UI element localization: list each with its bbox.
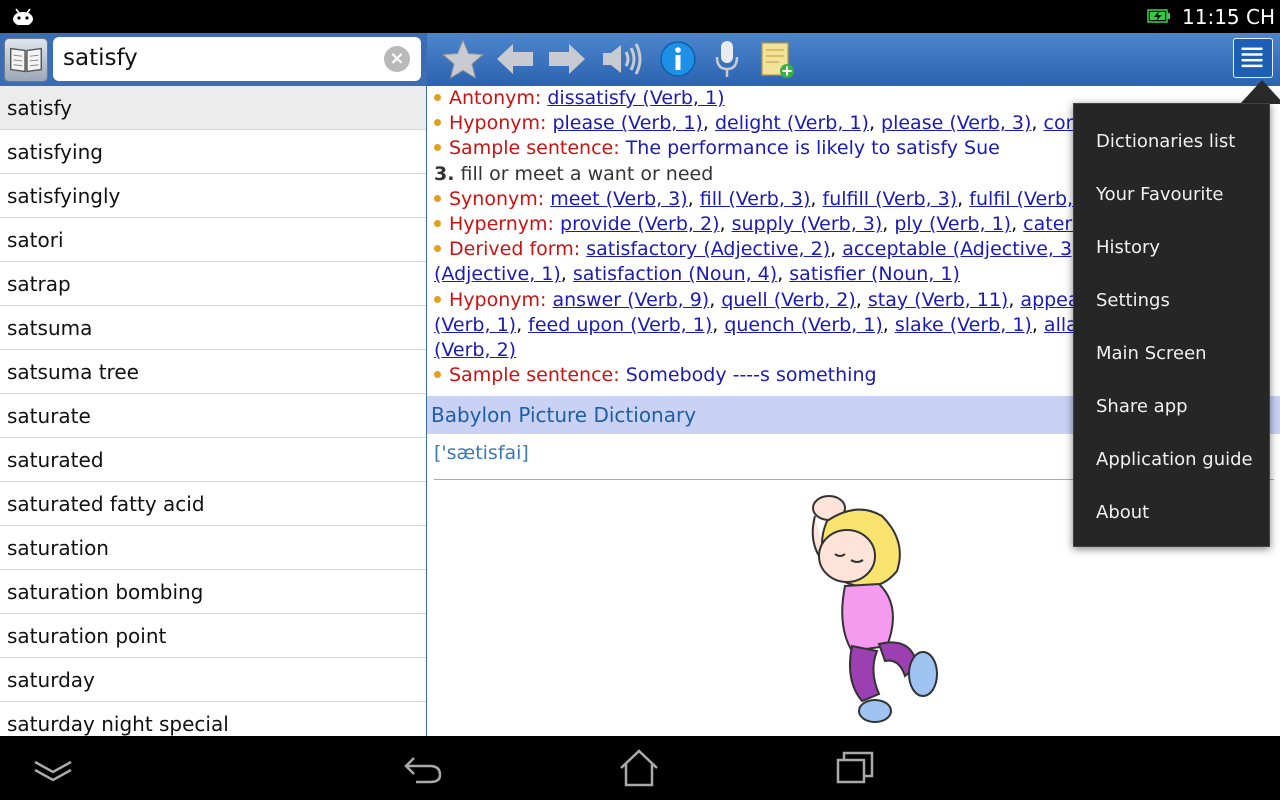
menu-item-your-favourite[interactable]: Your Favourite xyxy=(1074,168,1269,221)
menu-item-settings[interactable]: Settings xyxy=(1074,274,1269,327)
word-link[interactable]: quell (Verb, 2) xyxy=(721,289,855,311)
word-link[interactable]: slake (Verb, 1) xyxy=(895,314,1032,336)
bullet-icon xyxy=(434,194,441,202)
relation-label: Hyponym: xyxy=(449,288,547,311)
recent-apps-icon[interactable] xyxy=(834,748,876,788)
menu-item-dictionaries-list[interactable]: Dictionaries list xyxy=(1074,115,1269,168)
word-link[interactable]: fulfill (Verb, 3) xyxy=(823,188,958,210)
relation-label: Hypernym: xyxy=(449,212,554,235)
list-item[interactable]: saturate xyxy=(0,394,426,438)
search-box: × xyxy=(53,37,421,81)
word-link[interactable]: acceptable (Adjective, 3) xyxy=(842,238,1079,260)
relation-label: Synonym: xyxy=(449,187,545,210)
clear-search-button[interactable]: × xyxy=(384,46,410,72)
menu-item-history[interactable]: History xyxy=(1074,221,1269,274)
menu-pointer xyxy=(1240,80,1280,104)
word-link[interactable]: provide (Verb, 2) xyxy=(560,213,719,235)
girl-jumping-illustration xyxy=(811,495,938,723)
speaker-icon[interactable] xyxy=(599,37,645,81)
word-link[interactable]: supply (Verb, 3) xyxy=(732,213,883,235)
arrow-left-icon[interactable] xyxy=(493,37,537,81)
word-link[interactable]: (Verb, 1) xyxy=(434,314,516,336)
bullet-icon xyxy=(434,94,441,101)
navigation-bar xyxy=(0,736,1280,800)
close-icon: × xyxy=(389,48,405,69)
word-link[interactable]: answer (Verb, 9) xyxy=(552,289,709,311)
list-item[interactable]: satrap xyxy=(0,262,426,306)
list-item[interactable]: satsuma xyxy=(0,306,426,350)
relation-label: Sample sentence: xyxy=(449,137,620,160)
menu-button[interactable] xyxy=(1233,38,1273,78)
list-item[interactable]: satisfying xyxy=(0,130,426,174)
back-icon[interactable] xyxy=(402,748,444,788)
list-item[interactable]: saturday night special xyxy=(0,702,426,736)
word-link[interactable]: please (Verb, 3) xyxy=(881,112,1031,134)
list-item[interactable]: saturation point xyxy=(0,614,426,658)
book-button[interactable] xyxy=(4,38,48,82)
sense-definition: fill or meet a want or need xyxy=(460,162,714,185)
book-icon xyxy=(10,47,42,73)
overflow-menu: Dictionaries list Your Favourite History… xyxy=(1073,103,1270,547)
word-link[interactable]: (Adjective, 1) xyxy=(434,263,561,285)
word-link[interactable]: meet (Verb, 3) xyxy=(550,188,687,210)
search-bar: × xyxy=(0,33,427,86)
menu-icon xyxy=(1241,47,1263,68)
sample-sentence: The performance is likely to satisfy Sue xyxy=(625,137,1000,160)
list-item[interactable]: satisfyingly xyxy=(0,174,426,218)
relation-label: Derived form: xyxy=(449,238,581,261)
word-link[interactable]: delight (Verb, 1) xyxy=(715,112,869,134)
pronunciation: ['sætisfai] xyxy=(434,442,529,464)
search-input[interactable] xyxy=(63,43,363,73)
sample-sentence: Somebody ----s something xyxy=(625,364,877,387)
word-link[interactable]: satisfier (Noun, 1) xyxy=(789,263,960,285)
word-link[interactable]: dissatisfy (Verb, 1) xyxy=(547,87,724,109)
info-icon[interactable] xyxy=(657,37,699,81)
relation-label: Sample sentence: xyxy=(449,364,620,387)
relation-label: Hyponym: xyxy=(449,112,547,135)
bullet-icon xyxy=(434,371,441,379)
bullet-icon xyxy=(434,245,441,253)
word-link[interactable]: satisfaction (Noun, 4) xyxy=(573,263,777,285)
list-item[interactable]: saturated fatty acid xyxy=(0,482,426,526)
bullet-icon xyxy=(434,144,441,152)
list-item[interactable]: saturation xyxy=(0,526,426,570)
list-item[interactable]: saturday xyxy=(0,658,426,702)
list-item[interactable]: satori xyxy=(0,218,426,262)
word-link[interactable]: satisfactory (Adjective, 2) xyxy=(586,238,830,260)
list-item[interactable]: satisfy xyxy=(0,86,426,130)
word-link[interactable]: ply (Verb, 1) xyxy=(894,213,1011,235)
status-bar: 11:15 CH xyxy=(0,0,1280,33)
list-item[interactable]: satsuma tree xyxy=(0,350,426,394)
note-add-icon[interactable] xyxy=(757,37,797,81)
menu-item-main-screen[interactable]: Main Screen xyxy=(1074,327,1269,380)
word-link[interactable]: please (Verb, 1) xyxy=(552,112,702,134)
word-link[interactable]: fill (Verb, 3) xyxy=(700,188,811,210)
relation-label: Antonym: xyxy=(449,87,542,109)
bullet-icon xyxy=(434,295,441,303)
arrow-right-icon[interactable] xyxy=(545,37,589,81)
bullet-icon xyxy=(434,219,441,227)
menu-item-application-guide[interactable]: Application guide xyxy=(1074,433,1269,486)
bullet-icon xyxy=(434,119,441,127)
android-icon xyxy=(13,8,33,25)
word-list: satisfy satisfying satisfyingly satori s… xyxy=(0,86,426,736)
clock: 11:15 CH xyxy=(1182,5,1275,29)
word-link[interactable]: stay (Verb, 11) xyxy=(868,289,1008,311)
microphone-icon[interactable] xyxy=(711,37,743,81)
home-icon[interactable] xyxy=(618,748,660,788)
battery-charging-icon xyxy=(1147,9,1170,23)
list-item[interactable]: saturated xyxy=(0,438,426,482)
star-icon[interactable] xyxy=(439,37,487,81)
menu-item-share-app[interactable]: Share app xyxy=(1074,380,1269,433)
list-item[interactable]: saturation bombing xyxy=(0,570,426,614)
sense-number: 3. xyxy=(434,162,455,185)
keyboard-hide-icon[interactable] xyxy=(32,748,74,788)
toolbar xyxy=(427,33,1280,86)
menu-item-about[interactable]: About xyxy=(1074,486,1269,539)
word-link[interactable]: quench (Verb, 1) xyxy=(724,314,882,336)
word-link[interactable]: feed upon (Verb, 1) xyxy=(528,314,712,336)
word-link[interactable]: (Verb, 2) xyxy=(434,339,516,361)
